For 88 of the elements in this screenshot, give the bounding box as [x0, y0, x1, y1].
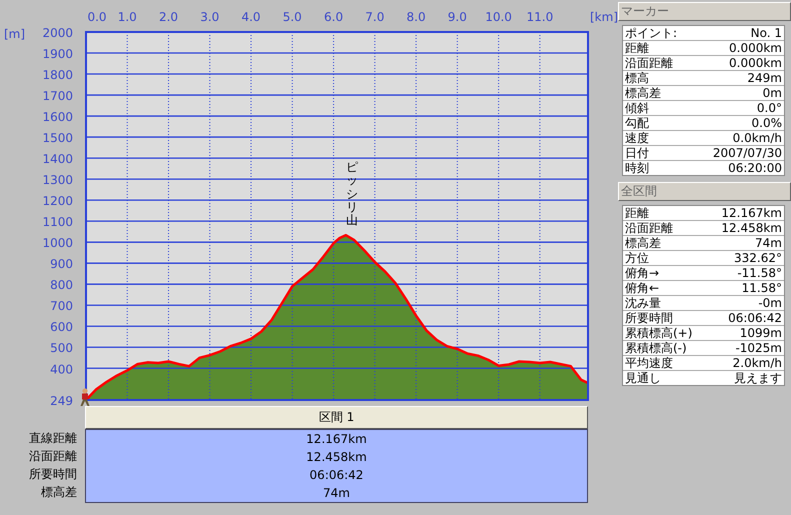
panel-header[interactable]: マーカー	[618, 2, 791, 21]
table-cell: 所要時間	[625, 311, 673, 325]
table-cell: 平均速度	[625, 356, 673, 370]
axis-tick-label: 500	[50, 341, 73, 356]
axis-tick-label: 249	[50, 394, 73, 406]
table-cell: 距離	[625, 41, 649, 55]
axis-unit-label: [km]	[590, 10, 618, 24]
axis-tick-label: 1400	[42, 152, 73, 166]
table-cell: 0m	[762, 86, 782, 100]
row-label: 直線距離	[29, 430, 77, 447]
table-cell: 332.62°	[734, 251, 782, 265]
row-label: 沿面距離	[29, 448, 77, 465]
axis-tick-label: 1900	[42, 47, 73, 62]
axis-unit-label: [m]	[4, 27, 26, 41]
axis-tick-label: 800	[50, 278, 73, 292]
table-cell: 累積標高(+)	[625, 326, 692, 340]
table-cell: 0.0km/h	[732, 131, 782, 145]
axis-tick-label: 700	[50, 299, 73, 314]
table-cell: 沿面距離	[625, 56, 673, 70]
table-cell: 沈み量	[625, 296, 661, 310]
table-cell: -0m	[758, 296, 782, 310]
axis-tick-label: 1800	[42, 68, 73, 82]
table-cell: 12.458km	[721, 221, 782, 235]
axis-tick-label: 7.0	[365, 10, 384, 24]
table-cell: 勾配	[625, 116, 649, 130]
table-cell: 06:20:00	[728, 161, 782, 175]
table-cell: 方位	[625, 251, 649, 265]
axis-tick-label: 2.0	[158, 10, 178, 24]
table-cell-text: 12.458km	[306, 449, 367, 466]
table-cell: 0.000km	[729, 56, 782, 70]
axis-tick-label: 400	[50, 362, 73, 376]
axis-tick-label: 1600	[42, 110, 73, 124]
table-cell: 2.0km/h	[732, 356, 782, 370]
section-header[interactable]: 区間 1	[85, 406, 588, 429]
table-cell: 見えます	[734, 371, 782, 385]
table-cell: 2007/07/30	[712, 146, 782, 160]
axis-tick-label: 1700	[42, 89, 73, 104]
axis-tick-label: 1.0	[118, 10, 137, 24]
hiker-icon	[80, 388, 90, 406]
table-cell: 速度	[625, 131, 649, 145]
table-cell: 日付	[625, 146, 649, 160]
table-cell: 標高差	[625, 86, 661, 100]
table-cell: 傾斜	[625, 101, 649, 115]
row-label: 標高差	[41, 484, 77, 501]
table-cell: 249m	[747, 71, 782, 85]
table-cell: 累積標高(-)	[625, 341, 687, 355]
axis-tick-label: 4.0	[242, 10, 261, 24]
axis-tick-label: 6.0	[324, 10, 344, 24]
table-cell-text: 12.167km	[306, 431, 367, 448]
table-cell: -11.58°	[737, 266, 782, 280]
axis-tick-label: 10.0	[485, 10, 512, 24]
table-cell: 11.58°	[742, 281, 782, 295]
axis-tick-label: 5.0	[282, 10, 302, 24]
table-cell: -1025m	[735, 341, 782, 355]
axis-tick-label: 0.0	[87, 10, 107, 24]
table-cell: 1099m	[740, 326, 782, 340]
table-cell: 俯角→	[625, 266, 660, 280]
table-cell: 74m	[755, 236, 782, 250]
axis-tick-label: 600	[50, 320, 73, 334]
table-cell: 距離	[625, 206, 649, 220]
table-cell: 沿面距離	[625, 221, 673, 235]
axis-tick-label: 1200	[42, 194, 73, 208]
axis-tick-label: 9.0	[448, 10, 467, 24]
table-cell: 0.000km	[729, 41, 782, 55]
table-cell: 標高差	[625, 236, 661, 250]
table-cell: No. 1	[750, 26, 782, 40]
table-cell: 俯角←	[625, 281, 660, 295]
axis-tick-label: 1000	[42, 236, 73, 250]
table-cell: ポイント:	[625, 26, 678, 40]
axis-tick-label: 3.0	[200, 10, 220, 24]
axis-tick-label: 1300	[42, 173, 73, 188]
table-cell: 12.167km	[721, 206, 782, 220]
row-label: 所要時間	[29, 466, 77, 483]
axis-tick-label: 1500	[42, 131, 73, 146]
table-cell: 0.0%	[752, 116, 782, 130]
table-cell: 標高	[625, 71, 649, 85]
axis-tick-label: 11.0	[526, 10, 554, 24]
table-cell: 時刻	[625, 161, 649, 175]
table-cell: 0.0°	[756, 101, 782, 115]
axis-tick-label: 900	[50, 257, 73, 272]
panel-header[interactable]: 全区間	[618, 182, 791, 201]
axis-tick-label: 1100	[42, 215, 73, 230]
axis-tick-label: 2000	[42, 26, 73, 40]
table-cell: 06:06:42	[728, 311, 782, 325]
table-cell-text: 06:06:42	[310, 467, 364, 484]
table-cell-text: 74m	[323, 485, 350, 502]
table-cell: 見通し	[625, 371, 661, 385]
axis-tick-label: 8.0	[406, 10, 426, 24]
